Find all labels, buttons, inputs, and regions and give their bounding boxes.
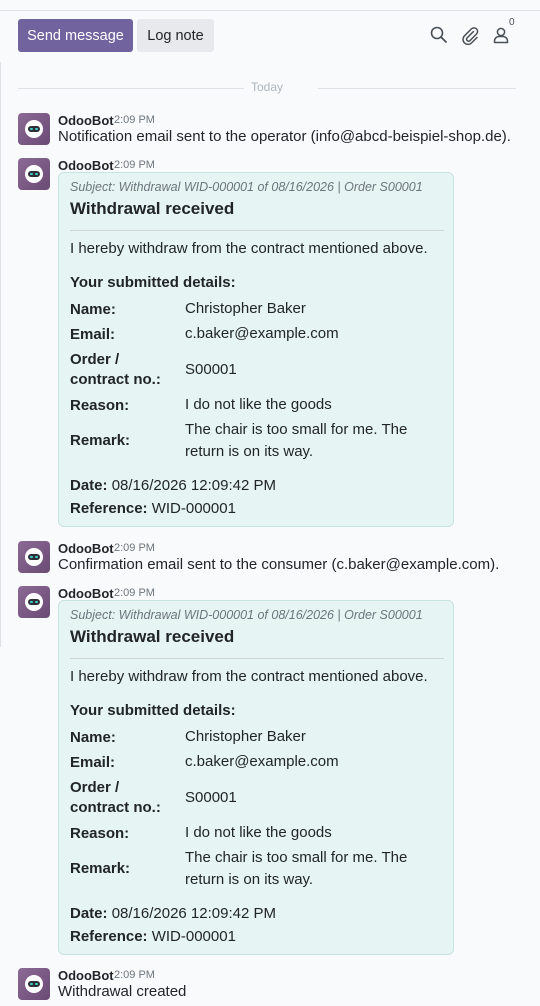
search-icon[interactable] bbox=[429, 25, 449, 45]
message-author[interactable]: OdooBot bbox=[58, 586, 114, 601]
date-separator-label: Today bbox=[251, 80, 284, 94]
send-message-button[interactable]: Send message bbox=[18, 19, 133, 52]
detail-value-reason: I do not like the goods bbox=[185, 824, 332, 841]
detail-value-email: c.baker@example.com bbox=[185, 325, 339, 342]
paperclip-icon[interactable] bbox=[460, 25, 480, 45]
message-author[interactable]: OdooBot bbox=[58, 541, 114, 556]
follower-count: 0 bbox=[509, 17, 515, 28]
message-author[interactable]: OdooBot bbox=[58, 158, 114, 173]
email-subject: Subject: Withdrawal WID-000001 of 08/16/… bbox=[70, 608, 423, 622]
followers-user-icon[interactable] bbox=[491, 25, 511, 45]
message-time: 2:09 PM bbox=[114, 114, 155, 126]
detail-value-remark: The chair is too small for me. The retur… bbox=[185, 421, 408, 460]
email-divider bbox=[70, 230, 444, 231]
odoobot-avatar[interactable] bbox=[18, 113, 50, 145]
detail-value-email: c.baker@example.com bbox=[185, 753, 339, 770]
detail-label-email: Email: bbox=[70, 754, 116, 771]
detail-value-name: Christopher Baker bbox=[185, 300, 306, 317]
email-title: Withdrawal received bbox=[70, 199, 235, 218]
email-reference: Reference: WID-000001 bbox=[70, 500, 236, 517]
detail-value-remark: The chair is too small for me. The retur… bbox=[185, 849, 408, 888]
log-note-button[interactable]: Log note bbox=[137, 19, 214, 52]
date-separator: Today bbox=[18, 80, 516, 96]
odoobot-avatar[interactable] bbox=[18, 541, 50, 573]
message-time: 2:09 PM bbox=[114, 159, 155, 171]
message-item: OdooBot 2:09 PM Withdrawal created bbox=[18, 968, 530, 1004]
message-time: 2:09 PM bbox=[114, 587, 155, 599]
detail-label-name: Name: bbox=[70, 729, 116, 746]
message-item: OdooBot 2:09 PM Notification email sent … bbox=[18, 113, 530, 149]
chatter-toolbar: Send message Log note 0 bbox=[18, 17, 526, 52]
email-bubble: Subject: Withdrawal WID-000001 of 08/16/… bbox=[58, 172, 454, 527]
details-heading: Your submitted details: bbox=[70, 274, 236, 291]
email-subject: Subject: Withdrawal WID-000001 of 08/16/… bbox=[70, 180, 423, 194]
message-body: Withdrawal created bbox=[58, 983, 187, 1000]
detail-value-reason: I do not like the goods bbox=[185, 396, 332, 413]
top-divider bbox=[0, 10, 540, 11]
message-item: OdooBot 2:09 PM Subject: Withdrawal WID-… bbox=[18, 158, 530, 534]
detail-label-reason: Reason: bbox=[70, 825, 130, 842]
message-time: 2:09 PM bbox=[114, 969, 155, 981]
details-heading: Your submitted details: bbox=[70, 702, 236, 719]
detail-value-order: S00001 bbox=[185, 361, 237, 378]
detail-label-reason: Reason: bbox=[70, 397, 130, 414]
email-intro: I hereby withdraw from the contract ment… bbox=[70, 668, 428, 685]
message-item: OdooBot 2:09 PM Subject: Withdrawal WID-… bbox=[18, 586, 530, 962]
detail-label-name: Name: bbox=[70, 301, 116, 318]
detail-label-remark: Remark: bbox=[70, 860, 131, 877]
left-border bbox=[0, 62, 1, 647]
email-bubble: Subject: Withdrawal WID-000001 of 08/16/… bbox=[58, 600, 454, 955]
detail-label-order: Order / contract no.: bbox=[70, 351, 161, 388]
detail-label-remark: Remark: bbox=[70, 432, 131, 449]
detail-label-email: Email: bbox=[70, 326, 116, 343]
message-body: Confirmation email sent to the consumer … bbox=[58, 556, 500, 573]
message-author[interactable]: OdooBot bbox=[58, 113, 114, 128]
email-intro: I hereby withdraw from the contract ment… bbox=[70, 240, 428, 257]
detail-label-order: Order / contract no.: bbox=[70, 779, 161, 816]
email-date: Date: 08/16/2026 12:09:42 PM bbox=[70, 477, 276, 494]
email-title: Withdrawal received bbox=[70, 627, 235, 646]
email-reference: Reference: WID-000001 bbox=[70, 928, 236, 945]
email-date: Date: 08/16/2026 12:09:42 PM bbox=[70, 905, 276, 922]
message-body: Notification email sent to the operator … bbox=[58, 128, 511, 145]
detail-value-order: S00001 bbox=[185, 789, 237, 806]
odoobot-avatar[interactable] bbox=[18, 968, 50, 1000]
email-divider bbox=[70, 658, 444, 659]
message-time: 2:09 PM bbox=[114, 542, 155, 554]
odoobot-avatar[interactable] bbox=[18, 586, 50, 618]
odoobot-avatar[interactable] bbox=[18, 158, 50, 190]
message-author[interactable]: OdooBot bbox=[58, 968, 114, 983]
message-item: OdooBot 2:09 PM Confirmation email sent … bbox=[18, 541, 530, 577]
detail-value-name: Christopher Baker bbox=[185, 728, 306, 745]
